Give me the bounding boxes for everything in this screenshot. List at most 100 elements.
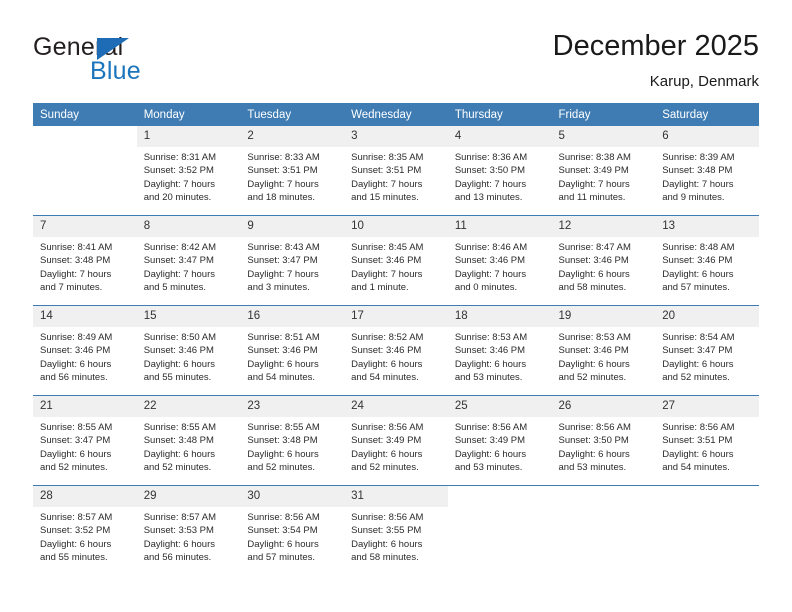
calendar-day-cell[interactable]: 17 Sunrise: 8:52 AM Sunset: 3:46 PM Dayligh… [344, 305, 448, 396]
sunrise-text: Sunrise: 8:55 AM [40, 422, 113, 433]
calendar-day-cell[interactable]: 22 Sunrise: 8:55 AM Sunset: 3:48 PM Dayligh… [136, 395, 241, 486]
calendar-day-cell[interactable] [655, 485, 759, 575]
day-number: 25 [447, 396, 552, 417]
calendar-day-cell[interactable]: 31 Sunrise: 8:56 AM Sunset: 3:55 PM Dayligh… [344, 485, 448, 575]
day-sun-info: Sunrise: 8:35 AM Sunset: 3:51 PM Daylight:… [344, 147, 448, 205]
day-cell-content: 31 Sunrise: 8:56 AM Sunset: 3:55 PM Dayligh… [344, 486, 448, 575]
daylight-text-line1: Daylight: 7 hours [351, 268, 423, 280]
calendar-weekday-header: Sunday Monday Tuesday Wednesday Thursday… [33, 103, 759, 126]
day-sun-info: Sunrise: 8:54 AM Sunset: 3:47 PM Daylight:… [655, 327, 759, 385]
calendar-day-cell[interactable] [33, 126, 137, 216]
sunset-text: Sunset: 3:46 PM [558, 255, 629, 267]
day-sun-info: Sunrise: 8:50 AM Sunset: 3:46 PM Daylight:… [137, 327, 241, 385]
sunset-text: Sunset: 3:46 PM [454, 255, 526, 267]
sunrise-text: Sunrise: 8:53 AM [454, 332, 528, 343]
calendar-day-cell[interactable]: 13 Sunrise: 8:48 AM Sunset: 3:46 PM Dayligh… [655, 215, 759, 306]
day-number: 12 [551, 216, 656, 237]
daylight-text-line1: Daylight: 7 hours [143, 178, 215, 190]
calendar-day-cell[interactable]: 20 Sunrise: 8:54 AM Sunset: 3:47 PM Dayligh… [655, 305, 759, 396]
daylight-text-line2: and 9 minutes. [662, 192, 725, 204]
day-cell-empty [33, 126, 137, 215]
daylight-text-line2: and 54 minutes. [351, 372, 419, 384]
daylight-text-line2: and 1 minute. [351, 282, 409, 294]
calendar-day-cell[interactable] [447, 485, 552, 575]
calendar-day-cell[interactable]: 11 Sunrise: 8:46 AM Sunset: 3:46 PM Dayligh… [447, 215, 552, 306]
calendar-day-cell[interactable]: 7 Sunrise: 8:41 AM Sunset: 3:48 PM Daylight… [33, 215, 137, 306]
day-number: 11 [447, 216, 552, 237]
day-cell-content: 21 Sunrise: 8:55 AM Sunset: 3:47 PM Dayligh… [33, 396, 137, 485]
calendar-day-cell[interactable]: 18 Sunrise: 8:53 AM Sunset: 3:46 PM Dayligh… [447, 305, 552, 396]
calendar-day-cell[interactable]: 9 Sunrise: 8:43 AM Sunset: 3:47 PM Daylight… [240, 215, 345, 306]
page-header: General Blue December 2025 Karup, Denmar… [0, 0, 792, 98]
calendar-day-cell[interactable]: 28 Sunrise: 8:57 AM Sunset: 3:52 PM Dayligh… [33, 485, 137, 575]
weekday-header-row: Sunday Monday Tuesday Wednesday Thursday… [33, 103, 759, 126]
day-number: 8 [136, 216, 241, 237]
sunrise-text: Sunrise: 8:52 AM [351, 332, 424, 343]
calendar-day-cell[interactable]: 21 Sunrise: 8:55 AM Sunset: 3:47 PM Dayligh… [33, 395, 137, 486]
calendar-day-cell[interactable]: 12 Sunrise: 8:47 AM Sunset: 3:46 PM Dayligh… [551, 215, 656, 306]
calendar-day-cell[interactable]: 27 Sunrise: 8:56 AM Sunset: 3:51 PM Dayligh… [655, 395, 759, 486]
calendar-day-cell[interactable]: 29 Sunrise: 8:57 AM Sunset: 3:53 PM Dayligh… [136, 485, 241, 575]
day-cell-content: 7 Sunrise: 8:41 AM Sunset: 3:48 PM Daylight… [33, 216, 137, 305]
sunset-text: Sunset: 3:47 PM [247, 255, 318, 267]
sunset-text: Sunset: 3:52 PM [40, 525, 111, 537]
calendar-day-cell[interactable]: 5 Sunrise: 8:38 AM Sunset: 3:49 PM Daylight… [551, 126, 656, 216]
day-cell-content: 20 Sunrise: 8:54 AM Sunset: 3:47 PM Dayligh… [655, 306, 759, 395]
calendar-day-cell[interactable] [551, 485, 656, 575]
sunset-text: Sunset: 3:49 PM [351, 435, 422, 447]
calendar-day-cell[interactable]: 10 Sunrise: 8:45 AM Sunset: 3:46 PM Dayligh… [344, 215, 448, 306]
day-sun-info: Sunrise: 8:31 AM Sunset: 3:52 PM Daylight:… [137, 147, 241, 205]
calendar-day-cell[interactable]: 15 Sunrise: 8:50 AM Sunset: 3:46 PM Dayligh… [136, 305, 241, 396]
daylight-text-line1: Daylight: 6 hours [40, 358, 112, 370]
day-cell-content: 18 Sunrise: 8:53 AM Sunset: 3:46 PM Dayligh… [447, 306, 552, 395]
calendar-day-cell[interactable]: 19 Sunrise: 8:53 AM Sunset: 3:46 PM Dayligh… [551, 305, 656, 396]
daylight-text-line1: Daylight: 6 hours [247, 358, 319, 370]
daylight-text-line2: and 13 minutes. [454, 192, 523, 204]
calendar-day-cell[interactable]: 3 Sunrise: 8:35 AM Sunset: 3:51 PM Daylight… [344, 126, 448, 216]
page-subtitle: Karup, Denmark [649, 73, 759, 90]
sunrise-text: Sunrise: 8:38 AM [558, 152, 631, 163]
daylight-text-line1: Daylight: 7 hours [247, 178, 319, 190]
calendar-day-cell[interactable]: 30 Sunrise: 8:56 AM Sunset: 3:54 PM Dayligh… [240, 485, 345, 575]
daylight-text-line2: and 53 minutes. [454, 372, 523, 384]
calendar-day-cell[interactable]: 1 Sunrise: 8:31 AM Sunset: 3:52 PM Daylight… [136, 126, 241, 216]
day-number: 13 [655, 216, 759, 237]
calendar-day-cell[interactable]: 6 Sunrise: 8:39 AM Sunset: 3:48 PM Daylight… [655, 126, 759, 216]
day-cell-content: 3 Sunrise: 8:35 AM Sunset: 3:51 PM Daylight… [344, 126, 448, 215]
day-sun-info: Sunrise: 8:53 AM Sunset: 3:46 PM Daylight:… [552, 327, 656, 385]
sunset-text: Sunset: 3:53 PM [143, 525, 214, 537]
calendar-day-cell[interactable]: 4 Sunrise: 8:36 AM Sunset: 3:50 PM Daylight… [447, 126, 552, 216]
day-cell-content: 25 Sunrise: 8:56 AM Sunset: 3:49 PM Dayligh… [447, 396, 552, 485]
sunset-text: Sunset: 3:49 PM [454, 435, 526, 447]
day-number: 16 [240, 306, 345, 327]
sunrise-text: Sunrise: 8:33 AM [247, 152, 320, 163]
daylight-text-line1: Daylight: 6 hours [247, 538, 319, 550]
daylight-text-line1: Daylight: 6 hours [143, 448, 215, 460]
day-sun-info: Sunrise: 8:56 AM Sunset: 3:54 PM Daylight:… [240, 507, 344, 565]
day-number: 3 [344, 126, 448, 147]
day-number: 4 [447, 126, 552, 147]
day-sun-info: Sunrise: 8:57 AM Sunset: 3:52 PM Daylight:… [33, 507, 137, 565]
day-cell-empty [448, 486, 552, 575]
daylight-text-line2: and 15 minutes. [351, 192, 419, 204]
calendar-day-cell[interactable]: 23 Sunrise: 8:55 AM Sunset: 3:48 PM Dayligh… [240, 395, 345, 486]
calendar-day-cell[interactable]: 24 Sunrise: 8:56 AM Sunset: 3:49 PM Dayligh… [344, 395, 448, 486]
sunrise-text: Sunrise: 8:35 AM [351, 152, 424, 163]
sunset-text: Sunset: 3:51 PM [247, 165, 318, 177]
calendar-day-cell[interactable]: 8 Sunrise: 8:42 AM Sunset: 3:47 PM Daylight… [136, 215, 241, 306]
calendar-day-cell[interactable]: 26 Sunrise: 8:56 AM Sunset: 3:50 PM Dayligh… [551, 395, 656, 486]
day-sun-info: Sunrise: 8:55 AM Sunset: 3:48 PM Daylight:… [137, 417, 241, 475]
calendar-day-cell[interactable]: 25 Sunrise: 8:56 AM Sunset: 3:49 PM Dayligh… [447, 395, 552, 486]
day-cell-content: 10 Sunrise: 8:45 AM Sunset: 3:46 PM Dayligh… [344, 216, 448, 305]
day-sun-info: Sunrise: 8:56 AM Sunset: 3:49 PM Daylight:… [448, 417, 552, 475]
day-sun-info: Sunrise: 8:56 AM Sunset: 3:50 PM Daylight:… [552, 417, 656, 475]
daylight-text-line2: and 7 minutes. [40, 282, 103, 294]
daylight-text-line1: Daylight: 7 hours [558, 178, 630, 190]
daylight-text-line1: Daylight: 6 hours [454, 358, 527, 370]
calendar-page: General Blue December 2025 Karup, Denmar… [0, 0, 792, 612]
calendar-day-cell[interactable]: 14 Sunrise: 8:49 AM Sunset: 3:46 PM Dayligh… [33, 305, 137, 396]
generalblue-logo[interactable]: General Blue [33, 33, 233, 85]
calendar-day-cell[interactable]: 2 Sunrise: 8:33 AM Sunset: 3:51 PM Daylight… [240, 126, 345, 216]
daylight-text-line2: and 52 minutes. [558, 372, 627, 384]
calendar-day-cell[interactable]: 16 Sunrise: 8:51 AM Sunset: 3:46 PM Dayligh… [240, 305, 345, 396]
